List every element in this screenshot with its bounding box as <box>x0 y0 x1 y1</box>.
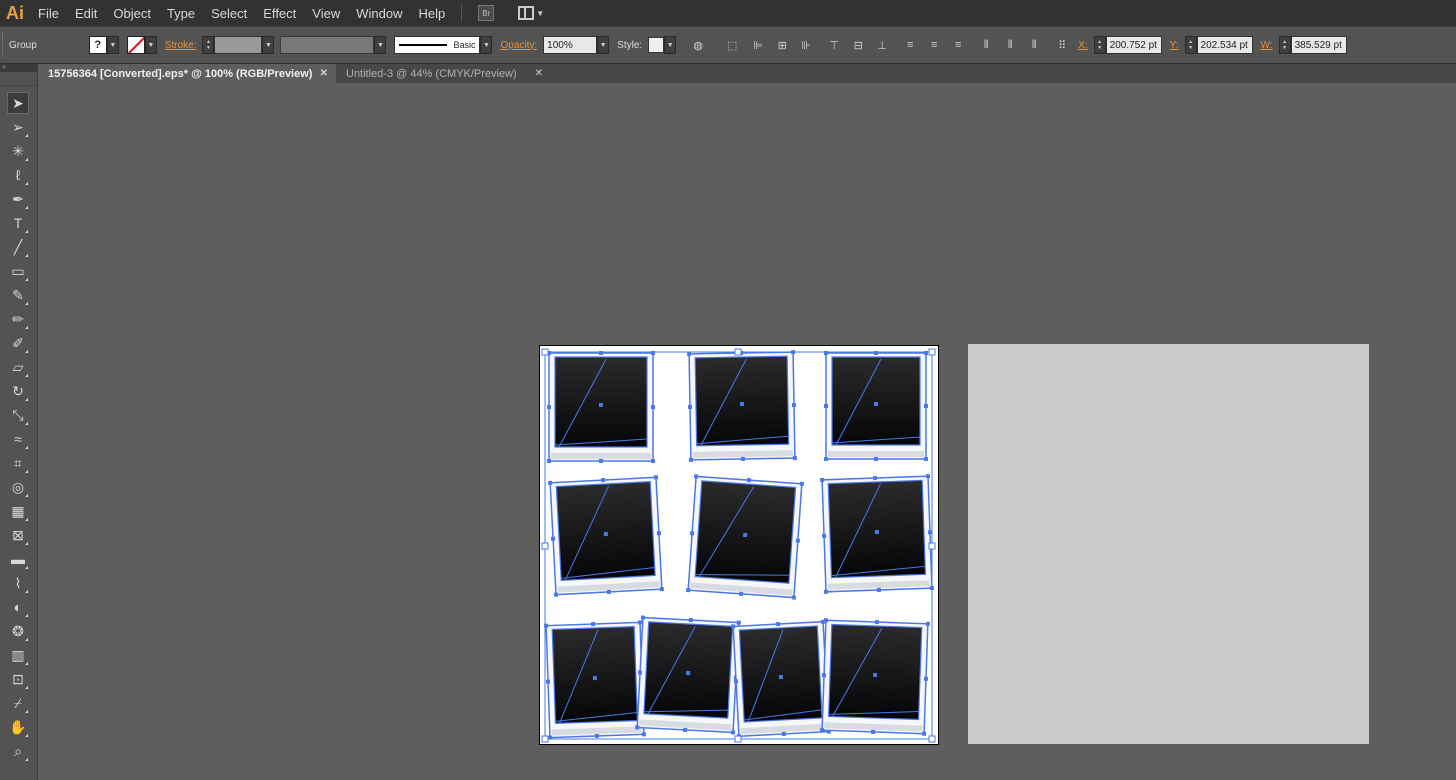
photo-frame[interactable] <box>820 618 930 736</box>
transform-handle[interactable] <box>928 542 936 550</box>
photo-frame[interactable] <box>544 620 646 740</box>
photo-frame[interactable] <box>686 474 804 600</box>
photo-frame[interactable] <box>635 615 741 735</box>
transform-handle[interactable] <box>928 348 936 356</box>
transform-handle[interactable] <box>541 735 549 743</box>
transform-handle[interactable] <box>541 542 549 550</box>
photo-frame[interactable] <box>687 350 797 462</box>
photo-frame[interactable] <box>547 351 655 463</box>
photo-frame[interactable] <box>731 619 831 739</box>
photo-frame[interactable] <box>548 475 664 597</box>
transform-handle[interactable] <box>734 348 742 356</box>
photo-frame[interactable] <box>820 474 934 594</box>
transform-handle[interactable] <box>734 735 742 743</box>
transform-handle[interactable] <box>928 735 936 743</box>
canvas-artwork[interactable] <box>0 0 1456 780</box>
transform-handle[interactable] <box>541 348 549 356</box>
photo-frame[interactable] <box>824 351 928 461</box>
